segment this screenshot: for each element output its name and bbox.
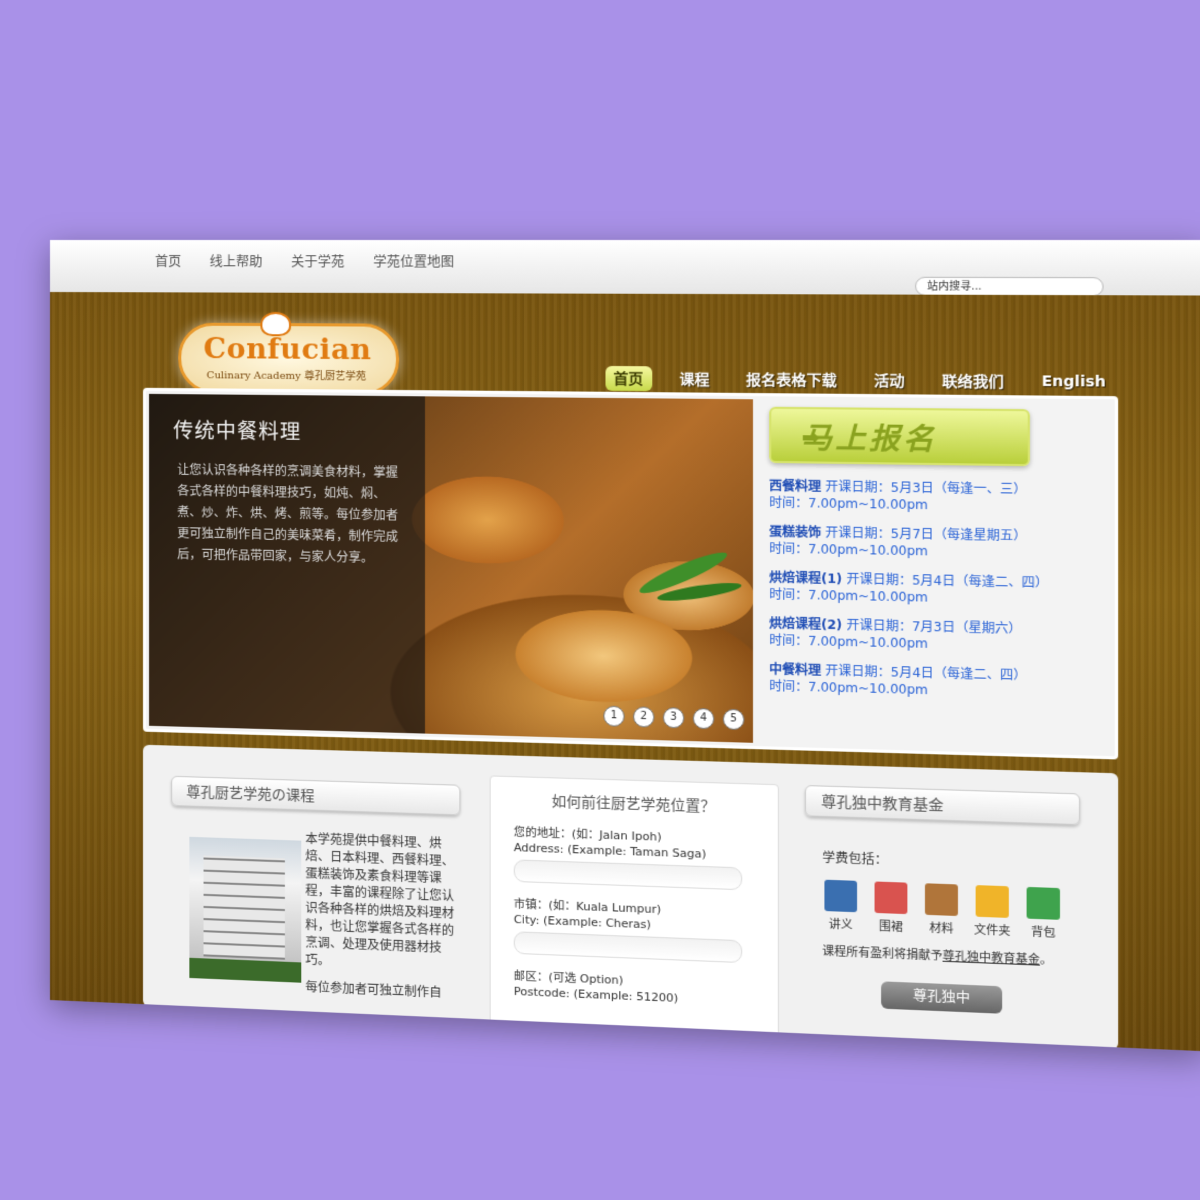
box-icon <box>924 883 958 917</box>
course-time: 时间：7.00pm~10.00pm <box>769 495 928 513</box>
nav-events[interactable]: 活动 <box>865 368 913 394</box>
hero-slider[interactable]: 传统中餐料理 让您认识各种各样的烹调美食材料，掌握各式各样的中餐料理技巧，如炖、… <box>149 393 753 743</box>
course-start: 开课日期：5月3日（每逢一、三） <box>825 479 1027 497</box>
fee-item: 材料 <box>923 883 960 937</box>
fee-item-label: 背包 <box>1031 925 1056 940</box>
search-input[interactable]: 站内搜寻... <box>915 276 1104 297</box>
logo[interactable]: Confucian Culinary Academy 尊孔厨艺学苑 <box>178 311 400 396</box>
fee-item: 围裙 <box>872 881 909 935</box>
logo-title: Confucian <box>203 331 372 367</box>
fee-item-label: 围裙 <box>878 919 903 934</box>
fee-item-label: 材料 <box>929 921 954 936</box>
slide-dot-1[interactable]: 1 <box>603 705 625 727</box>
course-name: 蛋糕装饰 <box>769 524 822 540</box>
slide-pager: 1 2 3 4 5 <box>603 705 745 731</box>
fund-panel: 尊孔独中教育基金 学费包括： 讲义 围裙 材料 文件夹 背包 课程所有盈利将捐献… <box>804 764 1114 1049</box>
fund-button[interactable]: 尊孔独中 <box>881 981 1003 1014</box>
top-links: 首页 线上帮助 关于学苑 学苑位置地图 <box>155 250 454 270</box>
courses-panel-text: 本学苑提供中餐料理、烘焙、日本料理、西餐料理、蛋糕装饰及素食料理等课程，丰富的课… <box>305 831 460 1003</box>
course-start: 开课日期：5月7日（每逢星期五） <box>825 525 1027 544</box>
course-time: 时间：7.00pm~10.00pm <box>769 541 928 559</box>
address-input[interactable] <box>513 859 743 891</box>
fee-item: 文件夹 <box>973 885 1011 939</box>
course-item[interactable]: 中餐料理 开课日期：5月4日（每逢二、四） 时间：7.00pm~10.00pm <box>769 661 1099 703</box>
fee-label: 学费包括： <box>822 850 888 868</box>
course-item[interactable]: 西餐料理 开课日期：5月3日（每逢一、三） 时间：7.00pm~10.00pm <box>769 478 1099 516</box>
directions-panel: 如何前往厨艺学苑位置？ 您的地址：(如：Jalan Ipoh) Address:… <box>489 775 779 1037</box>
address-field-group: 您的地址：(如：Jalan Ipoh) Address: (Example: T… <box>513 824 778 891</box>
course-start: 开课日期：7月3日（星期六） <box>846 617 1022 637</box>
nav-home[interactable]: 首页 <box>605 365 652 392</box>
top-link-home[interactable]: 首页 <box>155 250 181 269</box>
course-time: 时间：7.00pm~10.00pm <box>769 632 928 652</box>
arrow-right-icon: ➡ <box>801 424 824 451</box>
course-item[interactable]: 蛋糕装饰 开课日期：5月7日（每逢星期五） 时间：7.00pm~10.00pm <box>769 523 1099 562</box>
nav-contact[interactable]: 联络我们 <box>933 368 1013 394</box>
stage: 首页 线上帮助 关于学苑 学苑位置地图 站内搜寻... Confucian Cu… <box>0 0 1200 1200</box>
folder-icon <box>975 885 1009 918</box>
directions-title: 如何前往厨艺学苑位置？ <box>551 793 716 816</box>
calendar-add-icon <box>874 881 908 915</box>
slide-title: 传统中餐料理 <box>173 418 302 444</box>
fee-item-label: 文件夹 <box>973 922 1011 939</box>
fee-item-label: 讲义 <box>828 917 853 932</box>
building-photo <box>189 836 302 983</box>
fund-note: 课程所有盈利将捐献予尊孔独中教育基金。 <box>822 942 1109 970</box>
nav-courses[interactable]: 课程 <box>671 366 718 391</box>
website-screenshot: 首页 线上帮助 关于学苑 学苑位置地图 站内搜寻... Confucian Cu… <box>50 240 1200 1052</box>
wood-background: Confucian Culinary Academy 尊孔厨艺学苑 首页 课程 … <box>50 292 1200 1052</box>
slide-dot-4[interactable]: 4 <box>692 707 715 730</box>
course-name: 烘焙课程(2) <box>769 616 843 633</box>
info-row: 尊孔厨艺学苑の课程 本学苑提供中餐料理、烘焙、日本料理、西餐料理、蛋糕装饰及素食… <box>142 744 1119 1050</box>
slide-dot-3[interactable]: 3 <box>662 707 685 729</box>
course-time: 时间：7.00pm~10.00pm <box>769 586 928 605</box>
slide-dot-5[interactable]: 5 <box>722 708 745 731</box>
slide-text: 让您认识各种各样的烹调美食材料，掌握各式各样的中餐料理技巧，如炖、焖、煮、炒、炸… <box>177 462 399 566</box>
fund-note-end: 。 <box>1039 952 1053 968</box>
fee-item: 背包 <box>1024 886 1062 941</box>
bag-icon <box>1026 886 1060 920</box>
signup-button[interactable]: 马上报名 ➡ <box>769 406 1030 467</box>
course-item[interactable]: 烘焙课程(1) 开课日期：5月4日（每逢二、四） 时间：7.00pm~10.00… <box>769 569 1099 609</box>
nav-forms[interactable]: 报名表格下载 <box>737 367 845 393</box>
city-input[interactable] <box>513 931 743 964</box>
course-name: 西餐料理 <box>769 478 822 494</box>
course-time: 时间：7.00pm~10.00pm <box>769 678 928 698</box>
logo-subtitle: Culinary Academy 尊孔厨艺学苑 <box>206 370 366 383</box>
top-link-help[interactable]: 线上帮助 <box>210 250 263 269</box>
course-item[interactable]: 烘焙课程(2) 开课日期：7月3日（星期六） 时间：7.00pm~10.00pm <box>769 615 1099 656</box>
top-link-map[interactable]: 学苑位置地图 <box>373 250 454 269</box>
postcode-field-group: 邮区：(可选 Option) Postcode: (Example: 51200… <box>514 968 778 1010</box>
fund-panel-title: 尊孔独中教育基金 <box>804 785 1081 826</box>
course-sidebar: 马上报名 ➡ 西餐料理 开课日期：5月3日（每逢一、三） 时间：7.00pm~1… <box>769 406 1099 716</box>
slide-dot-2[interactable]: 2 <box>633 706 655 728</box>
courses-description: 本学苑提供中餐料理、烘焙、日本料理、西餐料理、蛋糕装饰及素食料理等课程，丰富的课… <box>305 831 455 968</box>
hero-section: 传统中餐料理 让您认识各种各样的烹调美食材料，掌握各式各样的中餐料理技巧，如炖、… <box>142 387 1119 760</box>
fund-link[interactable]: 尊孔独中教育基金 <box>943 949 1040 967</box>
city-field-group: 市镇：(如：Kuala Lumpur) City: (Example: Cher… <box>513 896 778 964</box>
top-bar: 首页 线上帮助 关于学苑 学苑位置地图 站内搜寻... <box>50 240 1200 297</box>
book-icon <box>824 879 858 913</box>
top-link-about[interactable]: 关于学苑 <box>291 250 344 269</box>
course-name: 中餐料理 <box>769 662 822 678</box>
course-start: 开课日期：5月4日（每逢二、四） <box>846 571 1049 591</box>
courses-description-more: 每位参加者可独立制作自 <box>305 979 442 1000</box>
main-nav: 首页 课程 报名表格下载 活动 联络我们 English <box>605 365 1115 395</box>
nav-english[interactable]: English <box>1033 371 1115 393</box>
course-name: 烘焙课程(1) <box>769 570 843 587</box>
fund-note-text: 课程所有盈利将捐献予 <box>822 944 943 963</box>
courses-panel-title: 尊孔厨艺学苑の课程 <box>171 775 461 816</box>
course-list: 西餐料理 开课日期：5月3日（每逢一、三） 时间：7.00pm~10.00pm … <box>769 478 1099 703</box>
fee-item: 讲义 <box>822 879 859 934</box>
slide-caption: 传统中餐料理 让您认识各种各样的烹调美食材料，掌握各式各样的中餐料理技巧，如炖、… <box>149 393 426 734</box>
fee-items: 讲义 围裙 材料 文件夹 背包 <box>822 879 1062 942</box>
